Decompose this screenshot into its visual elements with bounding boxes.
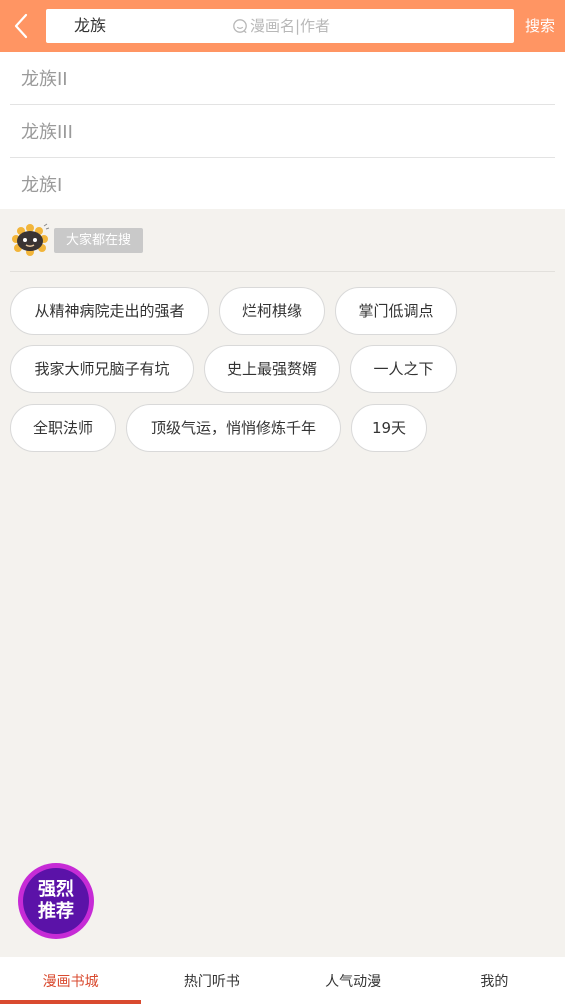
nav-item-label: 我的 [480,973,509,990]
hot-search-title: 大家都在搜 [54,227,144,253]
search-placeholder-text: 漫画名|作者 [250,17,331,35]
recommend-line1: 强烈 [38,879,74,900]
recommend-float-button[interactable]: 强烈 推荐 [18,863,94,939]
search-input-value: 龙族 [74,16,107,35]
nav-item-label: 人气动漫 [325,973,382,990]
hot-tag[interactable]: 掌门低调点 [335,287,457,335]
hot-tag[interactable]: 我家大师兄脑子有坑 [10,345,194,393]
search-header: 龙族 漫画名|作者 搜索 [0,0,565,52]
suggestion-item[interactable]: 龙族II [10,52,555,105]
nav-item-comic-store[interactable]: 漫画书城 [0,957,142,1004]
nav-item-mine[interactable]: 我的 [424,957,565,1004]
hot-tag[interactable]: 烂柯棋缘 [219,287,325,335]
hot-tag[interactable]: 顶级气运，悄悄修炼千年 [126,404,341,452]
hot-tag[interactable]: 从精神病院走出的强者 [10,287,209,335]
hot-tag[interactable]: 史上最强赘婿 [204,345,340,393]
bottom-nav: 漫画书城 热门听书 人气动漫 我的 [0,957,565,1004]
recommend-badge: 强烈 推荐 [23,868,89,934]
suggestion-item[interactable]: 龙族I [10,158,555,209]
nav-item-audiobooks[interactable]: 热门听书 [141,957,282,1004]
back-button[interactable] [6,10,38,42]
suggestion-item[interactable]: 龙族III [10,105,555,158]
hot-search-header: 大家都在搜 [10,222,144,258]
search-button[interactable]: 搜索 [525,16,555,36]
nav-item-label: 漫画书城 [42,973,99,990]
suggestion-list: 龙族II 龙族III 龙族I [0,52,565,209]
search-placeholder: 漫画名|作者 [232,16,330,36]
recommend-line2: 推荐 [38,901,74,922]
mascot-icon [12,223,50,256]
search-icon [233,19,247,34]
chevron-left-icon [14,13,28,39]
hot-tag[interactable]: 全职法师 [10,404,116,452]
nav-item-anime[interactable]: 人气动漫 [283,957,424,1004]
hot-tag[interactable]: 19天 [351,404,427,452]
active-indicator [0,1000,142,1004]
search-page: 龙族 漫画名|作者 搜索 龙族II 龙族III 龙族I 大家都在搜 从精神病院走… [0,0,565,1004]
hot-tag[interactable]: 一人之下 [350,345,457,393]
search-input[interactable]: 龙族 漫画名|作者 [46,9,514,43]
nav-item-label: 热门听书 [183,973,240,990]
divider [10,271,555,272]
